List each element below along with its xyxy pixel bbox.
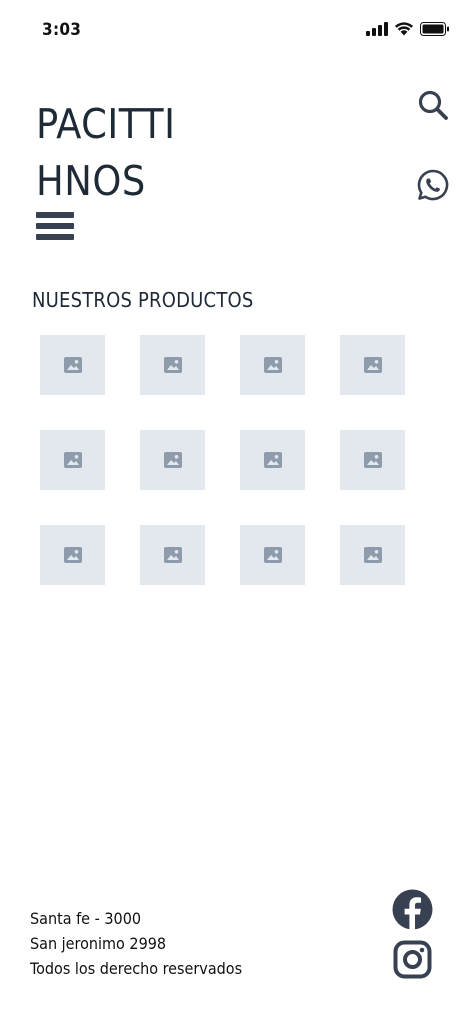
- footer-info: Santa fe - 3000 San jeronimo 2998 Todos …: [30, 906, 242, 981]
- status-bar: 3:03: [0, 0, 470, 60]
- search-icon: [418, 90, 448, 120]
- facebook-icon: [392, 889, 433, 930]
- product-tile[interactable]: [240, 430, 305, 490]
- search-button[interactable]: [416, 88, 450, 122]
- menu-button[interactable]: [36, 212, 74, 248]
- facebook-button[interactable]: [392, 889, 433, 930]
- product-tile[interactable]: [340, 335, 405, 395]
- signal-icon: [366, 22, 388, 36]
- product-tile[interactable]: [340, 430, 405, 490]
- image-placeholder-icon: [63, 357, 82, 373]
- brand-title: PACITTI HNOS: [36, 96, 175, 210]
- image-placeholder-icon: [363, 452, 382, 468]
- footer-street: San jeronimo 2998: [30, 934, 167, 953]
- product-tile[interactable]: [40, 430, 105, 490]
- image-placeholder-icon: [363, 357, 382, 373]
- menu-icon-bar: [36, 223, 74, 229]
- image-placeholder-icon: [263, 547, 282, 563]
- brand-line-1: PACITTI: [36, 100, 176, 148]
- footer-address: Santa fe - 3000: [30, 909, 141, 928]
- product-tile[interactable]: [40, 525, 105, 585]
- image-placeholder-icon: [163, 452, 182, 468]
- image-placeholder-icon: [63, 547, 82, 563]
- whatsapp-button[interactable]: [416, 168, 450, 202]
- product-tile[interactable]: [40, 335, 105, 395]
- product-tile[interactable]: [140, 335, 205, 395]
- menu-icon: [36, 212, 74, 218]
- whatsapp-icon: [417, 169, 449, 201]
- image-placeholder-icon: [263, 357, 282, 373]
- menu-icon-bar: [36, 234, 74, 240]
- image-placeholder-icon: [63, 452, 82, 468]
- battery-icon: [420, 22, 449, 36]
- product-tile[interactable]: [340, 525, 405, 585]
- status-icons: [366, 22, 450, 36]
- image-placeholder-icon: [263, 452, 282, 468]
- product-tile[interactable]: [140, 525, 205, 585]
- product-tile[interactable]: [240, 335, 305, 395]
- section-title: NUESTROS PRODUCTOS: [32, 288, 254, 312]
- brand-line-2: HNOS: [36, 157, 146, 205]
- product-tile[interactable]: [240, 525, 305, 585]
- status-time: 3:03: [42, 20, 82, 40]
- footer-copyright: Todos los derecho reservados: [30, 959, 243, 978]
- product-tile[interactable]: [140, 430, 205, 490]
- instagram-button[interactable]: [393, 940, 432, 979]
- image-placeholder-icon: [363, 547, 382, 563]
- image-placeholder-icon: [163, 357, 182, 373]
- image-placeholder-icon: [163, 547, 182, 563]
- product-grid: [40, 335, 405, 585]
- instagram-icon: [393, 940, 432, 979]
- wifi-icon: [395, 22, 413, 36]
